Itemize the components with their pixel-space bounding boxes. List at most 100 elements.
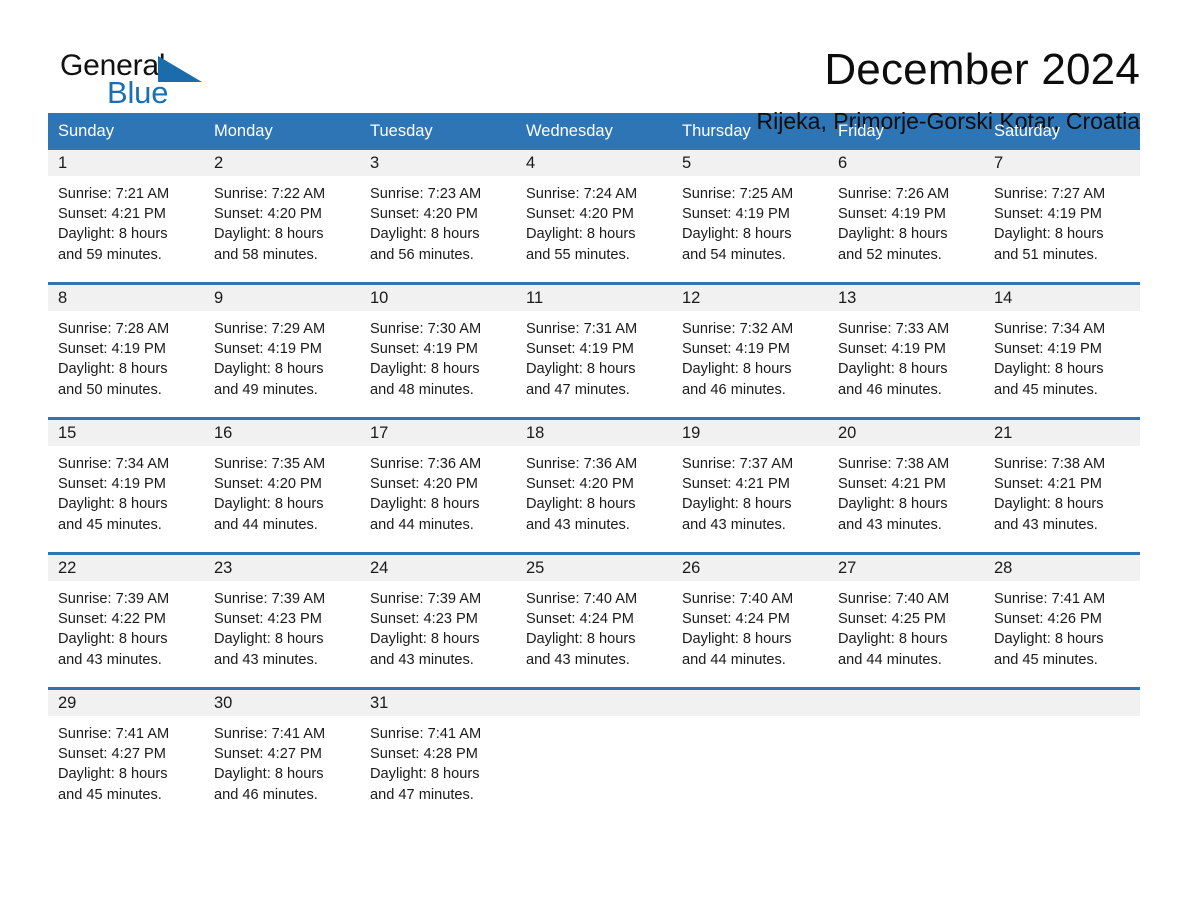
calendar-day-cell[interactable]: 22 Sunrise: 7:39 AM Sunset: 4:22 PM Dayligh… xyxy=(48,555,204,687)
day-number: 30 xyxy=(214,694,233,712)
day-details: Sunrise: 7:39 AM Sunset: 4:22 PM Daylight:… xyxy=(48,581,204,670)
day-number-band: 31 xyxy=(360,690,516,716)
sunset-time: Sunset: 4:24 PM xyxy=(526,611,634,628)
sunset-time: Sunset: 4:20 PM xyxy=(370,206,478,223)
day-number-band: 17 xyxy=(360,420,516,446)
day-number-band: 20 xyxy=(828,420,984,446)
calendar-day-cell[interactable]: 5 Sunrise: 7:25 AM Sunset: 4:19 PM Daylight… xyxy=(672,150,828,282)
calendar-day-cell[interactable]: 12 Sunrise: 7:32 AM Sunset: 4:19 PM Dayligh… xyxy=(672,285,828,417)
day-number: 6 xyxy=(838,154,848,172)
weekday-monday: Monday xyxy=(214,122,273,140)
calendar-day-cell[interactable]: 18 Sunrise: 7:36 AM Sunset: 4:20 PM Dayligh… xyxy=(516,420,672,552)
daylight-duration-line1: Daylight: 8 hours xyxy=(370,226,480,243)
day-number-band: 18 xyxy=(516,420,672,446)
day-details: Sunrise: 7:26 AM Sunset: 4:19 PM Daylight:… xyxy=(828,176,984,265)
weekday-saturday: Saturday xyxy=(994,122,1061,140)
daylight-duration-line1: Daylight: 8 hours xyxy=(994,361,1104,378)
calendar-day-cell[interactable]: 25 Sunrise: 7:40 AM Sunset: 4:24 PM Dayligh… xyxy=(516,555,672,687)
day-number: 2 xyxy=(214,154,224,172)
weekday-wednesday: Wednesday xyxy=(526,122,613,140)
calendar-day-cell[interactable]: 6 Sunrise: 7:26 AM Sunset: 4:19 PM Daylight… xyxy=(828,150,984,282)
sunset-time: Sunset: 4:19 PM xyxy=(838,341,946,358)
calendar-day-cell[interactable]: 31 Sunrise: 7:41 AM Sunset: 4:28 PM Dayligh… xyxy=(360,690,516,822)
calendar-week-row: 1 Sunrise: 7:21 AM Sunset: 4:21 PM Daylight… xyxy=(48,150,1140,282)
calendar-day-cell[interactable]: 26 Sunrise: 7:40 AM Sunset: 4:24 PM Dayligh… xyxy=(672,555,828,687)
day-details xyxy=(672,716,828,724)
calendar-day-cell[interactable]: 14 Sunrise: 7:34 AM Sunset: 4:19 PM Dayligh… xyxy=(984,285,1140,417)
daylight-duration-line2: and 43 minutes. xyxy=(682,516,786,533)
day-details: Sunrise: 7:36 AM Sunset: 4:20 PM Daylight:… xyxy=(360,446,516,535)
calendar-day-cell[interactable]: 21 Sunrise: 7:38 AM Sunset: 4:21 PM Dayligh… xyxy=(984,420,1140,552)
sunset-time: Sunset: 4:19 PM xyxy=(682,341,790,358)
calendar-day-cell[interactable]: 15 Sunrise: 7:34 AM Sunset: 4:19 PM Dayligh… xyxy=(48,420,204,552)
calendar-day-cell[interactable]: 29 Sunrise: 7:41 AM Sunset: 4:27 PM Dayligh… xyxy=(48,690,204,822)
calendar-day-cell[interactable]: 24 Sunrise: 7:39 AM Sunset: 4:23 PM Dayligh… xyxy=(360,555,516,687)
sunrise-time: Sunrise: 7:41 AM xyxy=(994,591,1106,607)
sunset-time: Sunset: 4:21 PM xyxy=(682,476,790,493)
day-number: 18 xyxy=(526,424,545,442)
sunset-time: Sunset: 4:19 PM xyxy=(526,341,634,358)
day-number: 29 xyxy=(58,694,77,712)
calendar-day-cell[interactable]: 19 Sunrise: 7:37 AM Sunset: 4:21 PM Dayligh… xyxy=(672,420,828,552)
calendar-day-cell[interactable]: 3 Sunrise: 7:23 AM Sunset: 4:20 PM Daylight… xyxy=(360,150,516,282)
sunrise-time: Sunrise: 7:38 AM xyxy=(994,456,1106,472)
general-blue-logo[interactable]: General Blue xyxy=(60,44,220,120)
calendar-day-cell[interactable]: 20 Sunrise: 7:38 AM Sunset: 4:21 PM Dayligh… xyxy=(828,420,984,552)
calendar-day-cell[interactable]: 17 Sunrise: 7:36 AM Sunset: 4:20 PM Dayligh… xyxy=(360,420,516,552)
daylight-duration-line2: and 58 minutes. xyxy=(214,246,318,263)
calendar-day-cell[interactable]: 13 Sunrise: 7:33 AM Sunset: 4:19 PM Dayligh… xyxy=(828,285,984,417)
logo-text-blue: Blue xyxy=(107,75,169,110)
day-number: 4 xyxy=(526,154,536,172)
day-details: Sunrise: 7:39 AM Sunset: 4:23 PM Daylight:… xyxy=(360,581,516,670)
calendar-day-cell[interactable]: 7 Sunrise: 7:27 AM Sunset: 4:19 PM Daylight… xyxy=(984,150,1140,282)
daylight-duration-line1: Daylight: 8 hours xyxy=(838,361,948,378)
calendar-day-cell[interactable]: 2 Sunrise: 7:22 AM Sunset: 4:20 PM Daylight… xyxy=(204,150,360,282)
calendar-day-cell[interactable]: 16 Sunrise: 7:35 AM Sunset: 4:20 PM Dayligh… xyxy=(204,420,360,552)
day-details: Sunrise: 7:34 AM Sunset: 4:19 PM Daylight:… xyxy=(984,311,1140,400)
sunset-time: Sunset: 4:22 PM xyxy=(58,611,166,628)
calendar-day-cell[interactable]: 10 Sunrise: 7:30 AM Sunset: 4:19 PM Dayligh… xyxy=(360,285,516,417)
calendar-day-cell[interactable]: 23 Sunrise: 7:39 AM Sunset: 4:23 PM Dayligh… xyxy=(204,555,360,687)
day-details xyxy=(984,716,1140,724)
calendar-day-cell[interactable]: 30 Sunrise: 7:41 AM Sunset: 4:27 PM Dayligh… xyxy=(204,690,360,822)
day-number: 7 xyxy=(994,154,1004,172)
daylight-duration-line2: and 43 minutes. xyxy=(58,651,162,668)
day-number: 19 xyxy=(682,424,701,442)
day-number: 22 xyxy=(58,559,77,577)
calendar-day-cell[interactable]: 11 Sunrise: 7:31 AM Sunset: 4:19 PM Dayligh… xyxy=(516,285,672,417)
sunset-time: Sunset: 4:19 PM xyxy=(994,341,1102,358)
sunrise-time: Sunrise: 7:36 AM xyxy=(370,456,482,472)
daylight-duration-line1: Daylight: 8 hours xyxy=(994,496,1104,513)
daylight-duration-line2: and 44 minutes. xyxy=(682,651,786,668)
sunrise-time: Sunrise: 7:39 AM xyxy=(214,591,326,607)
calendar-day-cell[interactable]: 9 Sunrise: 7:29 AM Sunset: 4:19 PM Daylight… xyxy=(204,285,360,417)
day-number-band xyxy=(516,690,672,716)
calendar-day-cell[interactable]: 1 Sunrise: 7:21 AM Sunset: 4:21 PM Daylight… xyxy=(48,150,204,282)
day-number-band xyxy=(828,690,984,716)
calendar-day-cell-empty xyxy=(828,690,984,822)
sunset-time: Sunset: 4:19 PM xyxy=(682,206,790,223)
sunset-time: Sunset: 4:27 PM xyxy=(58,746,166,763)
sunrise-time: Sunrise: 7:41 AM xyxy=(58,726,170,742)
daylight-duration-line2: and 43 minutes. xyxy=(994,516,1098,533)
calendar-day-cell[interactable]: 8 Sunrise: 7:28 AM Sunset: 4:19 PM Daylight… xyxy=(48,285,204,417)
sunset-time: Sunset: 4:23 PM xyxy=(214,611,322,628)
daylight-duration-line1: Daylight: 8 hours xyxy=(370,766,480,783)
calendar-day-cell[interactable]: 27 Sunrise: 7:40 AM Sunset: 4:25 PM Dayligh… xyxy=(828,555,984,687)
daylight-duration-line1: Daylight: 8 hours xyxy=(526,226,636,243)
day-number-band: 16 xyxy=(204,420,360,446)
daylight-duration-line2: and 48 minutes. xyxy=(370,381,474,398)
daylight-duration-line1: Daylight: 8 hours xyxy=(58,631,168,648)
daylight-duration-line1: Daylight: 8 hours xyxy=(58,361,168,378)
day-number: 27 xyxy=(838,559,857,577)
calendar-day-cell[interactable]: 28 Sunrise: 7:41 AM Sunset: 4:26 PM Dayligh… xyxy=(984,555,1140,687)
daylight-duration-line2: and 59 minutes. xyxy=(58,246,162,263)
sunrise-time: Sunrise: 7:23 AM xyxy=(370,186,482,202)
sunrise-time: Sunrise: 7:41 AM xyxy=(370,726,482,742)
day-number-band: 13 xyxy=(828,285,984,311)
day-number-band: 2 xyxy=(204,150,360,176)
calendar-week-row: 29 Sunrise: 7:41 AM Sunset: 4:27 PM Dayligh… xyxy=(48,687,1140,822)
day-number-band: 11 xyxy=(516,285,672,311)
calendar-day-cell[interactable]: 4 Sunrise: 7:24 AM Sunset: 4:20 PM Daylight… xyxy=(516,150,672,282)
day-details xyxy=(828,716,984,724)
